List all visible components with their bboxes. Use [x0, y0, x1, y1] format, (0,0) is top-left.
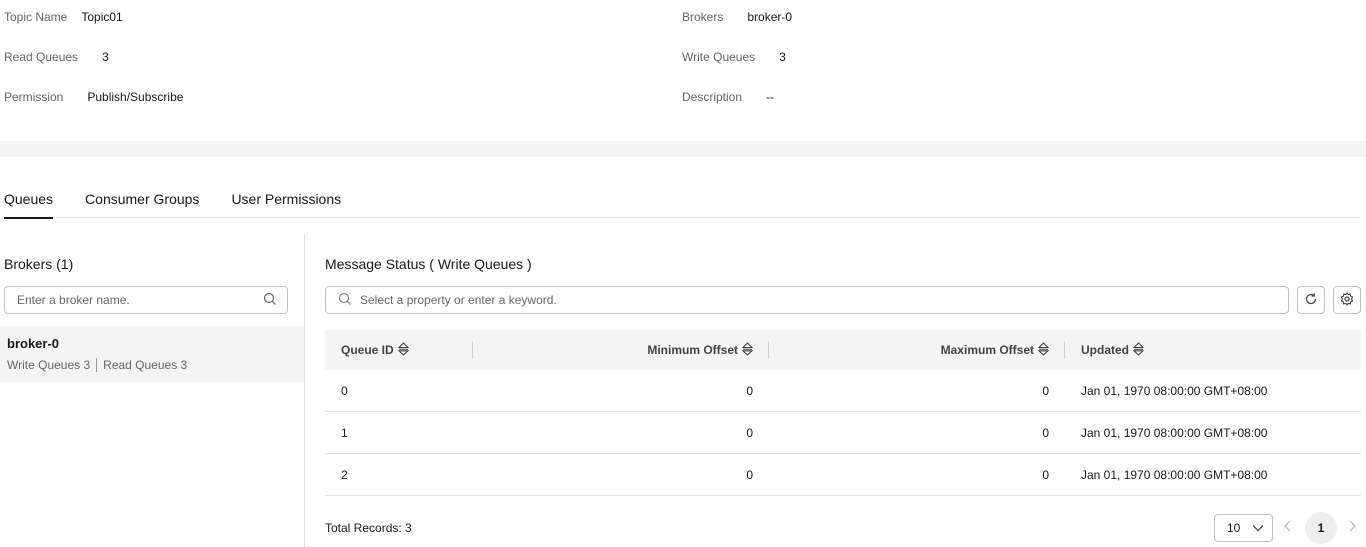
broker-read-queues: Read Queues 3 [103, 358, 188, 372]
queues-table: Queue ID Minimum Offset Maximum Offset U… [325, 330, 1361, 496]
topic-name-value: Topic01 [81, 10, 123, 24]
read-queues-row: Read Queues 3 [4, 47, 109, 67]
brokers-panel: Brokers (1) broker-0 Write Queues 3 Read… [0, 234, 305, 547]
write-queues-row: Write Queues 3 [682, 47, 786, 67]
broker-search-box [4, 286, 288, 314]
column-maximum-offset[interactable]: Maximum Offset [769, 330, 1065, 370]
broker-write-queues: Write Queues 3 [7, 358, 91, 372]
column-queue-id-label: Queue ID [341, 343, 394, 357]
message-status-panel: Message Status ( Write Queues ) Queue ID… [325, 234, 1361, 547]
cell-updated: Jan 01, 1970 08:00:00 GMT+08:00 [1081, 383, 1268, 398]
cell-updated: Jan 01, 1970 08:00:00 GMT+08:00 [1081, 467, 1268, 482]
sort-icon[interactable] [1132, 341, 1145, 359]
description-row: Description -- [682, 87, 774, 107]
detail-tabs: Queues Consumer Groups User Permissions [4, 182, 1360, 219]
chevron-down-icon [1252, 521, 1264, 535]
permission-row: Permission Publish/Subscribe [4, 87, 183, 107]
brokers-value: broker-0 [747, 10, 793, 24]
tab-queues[interactable]: Queues [4, 182, 54, 219]
column-minimum-offset[interactable]: Minimum Offset [473, 330, 769, 370]
page-size-select[interactable]: 10 [1214, 514, 1273, 542]
cell-queue-id: 0 [341, 383, 348, 398]
chevron-left-icon[interactable] [1283, 519, 1293, 536]
read-queues-value: 3 [102, 50, 109, 64]
settings-button[interactable] [1333, 286, 1361, 314]
tab-user-permissions[interactable]: User Permissions [231, 182, 341, 218]
gear-icon [1340, 291, 1354, 309]
chevron-right-icon[interactable] [1347, 519, 1357, 536]
table-row: 1 0 0 Jan 01, 1970 08:00:00 GMT+08:00 [325, 412, 1361, 454]
search-icon[interactable] [263, 292, 277, 309]
refresh-icon [1304, 292, 1318, 309]
brokers-row: Brokers broker-0 [682, 7, 792, 27]
property-search-box [325, 286, 1289, 314]
tab-consumer-groups[interactable]: Consumer Groups [85, 182, 199, 218]
cell-max-offset: 0 [1042, 425, 1049, 440]
topic-info-section: Topic Name Topic01 Brokers broker-0 Read… [0, 0, 1366, 141]
broker-list-item[interactable]: broker-0 Write Queues 3 Read Queues 3 [0, 326, 304, 382]
cell-min-offset: 0 [746, 467, 753, 482]
column-queue-id[interactable]: Queue ID [325, 330, 473, 370]
refresh-button[interactable] [1297, 286, 1325, 314]
message-status-title: Message Status ( Write Queues ) [325, 256, 532, 272]
section-divider [0, 141, 1366, 157]
topic-name-row: Topic Name Topic01 [4, 7, 123, 27]
brokers-label: Brokers [682, 10, 724, 24]
column-updated-label: Updated [1081, 343, 1129, 357]
search-icon [338, 292, 352, 309]
topic-name-label: Topic Name [4, 10, 68, 24]
meta-separator [96, 358, 98, 372]
table-header: Queue ID Minimum Offset Maximum Offset U… [325, 330, 1361, 370]
write-queues-value: 3 [779, 50, 786, 64]
table-row: 0 0 0 Jan 01, 1970 08:00:00 GMT+08:00 [325, 370, 1361, 412]
permission-value: Publish/Subscribe [87, 90, 184, 104]
description-value: -- [766, 90, 775, 104]
page-size-value: 10 [1227, 521, 1241, 535]
broker-item-name: broker-0 [7, 336, 60, 351]
column-minimum-offset-label: Minimum Offset [647, 343, 738, 357]
cell-max-offset: 0 [1042, 383, 1049, 398]
permission-label: Permission [4, 90, 64, 104]
table-row: 2 0 0 Jan 01, 1970 08:00:00 GMT+08:00 [325, 454, 1361, 496]
cell-min-offset: 0 [746, 383, 753, 398]
sort-icon[interactable] [397, 341, 410, 359]
column-maximum-offset-label: Maximum Offset [940, 343, 1034, 357]
cell-updated: Jan 01, 1970 08:00:00 GMT+08:00 [1081, 425, 1268, 440]
write-queues-label: Write Queues [682, 50, 756, 64]
column-updated[interactable]: Updated [1065, 330, 1361, 370]
broker-search-input[interactable] [17, 293, 263, 307]
pagination-current-page[interactable]: 1 [1305, 512, 1337, 544]
cell-min-offset: 0 [746, 425, 753, 440]
broker-item-meta: Write Queues 3 Read Queues 3 [7, 358, 297, 372]
sort-icon[interactable] [741, 341, 754, 359]
cell-max-offset: 0 [1042, 467, 1049, 482]
sort-icon[interactable] [1037, 341, 1050, 359]
description-label: Description [682, 90, 743, 104]
read-queues-label: Read Queues [4, 50, 79, 64]
property-search-input[interactable] [360, 293, 1276, 307]
cell-queue-id: 2 [341, 467, 348, 482]
total-records: Total Records: 3 [325, 521, 412, 535]
brokers-panel-title: Brokers (1) [4, 256, 74, 272]
cell-queue-id: 1 [341, 425, 348, 440]
